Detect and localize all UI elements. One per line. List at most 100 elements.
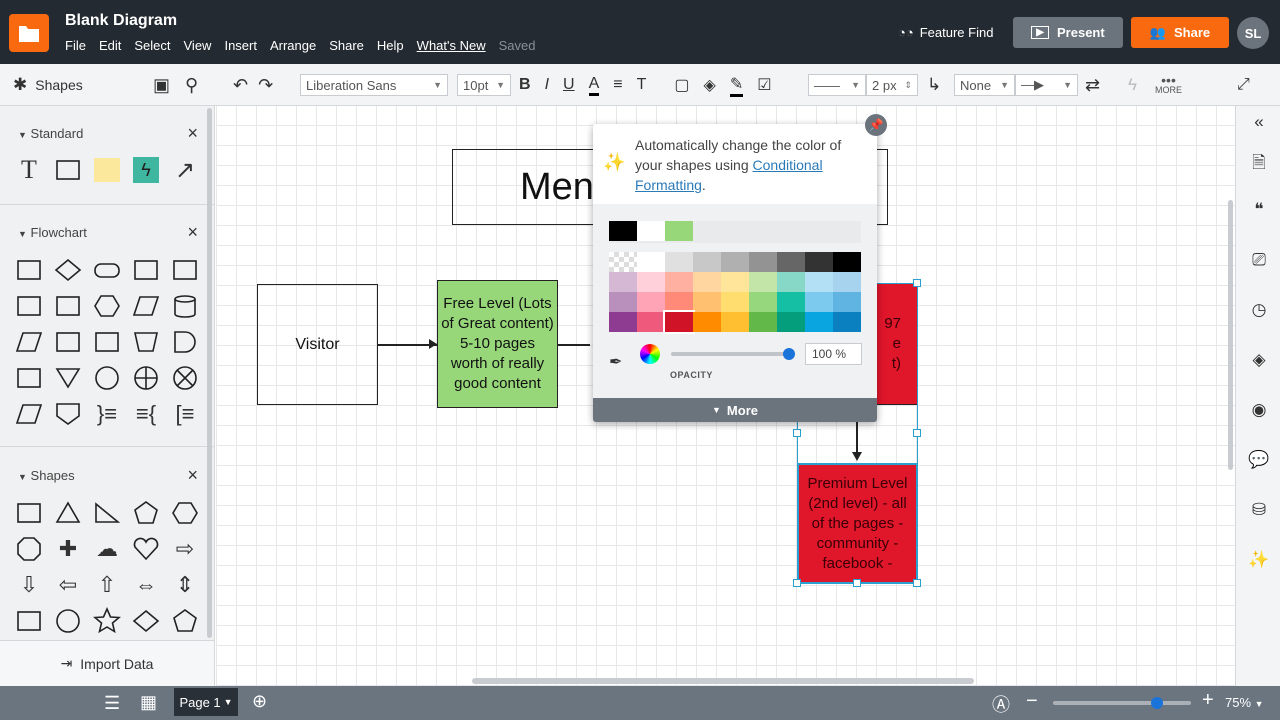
resize-handle[interactable] — [913, 579, 921, 587]
theme-icon[interactable]: ◉ — [1248, 400, 1270, 422]
slider-knob[interactable] — [783, 348, 795, 360]
terminator-icon[interactable] — [92, 256, 122, 284]
color-swatch[interactable] — [777, 312, 805, 332]
more-button[interactable]: ••• MORE — [1155, 64, 1182, 106]
color-swatch[interactable] — [665, 221, 693, 241]
feature-find-button[interactable]: ◔◔ Feature Find — [898, 25, 993, 40]
brace-note-icon[interactable]: }≡ — [92, 400, 122, 428]
collapse-icon[interactable]: « — [1248, 112, 1270, 134]
cross-icon[interactable]: ✚ — [53, 535, 83, 563]
premium-level-shape[interactable]: Premium Level (2nd level) - all of the p… — [797, 463, 918, 584]
arrow-up-down-icon[interactable]: ⇕ — [170, 571, 200, 599]
opacity-input[interactable]: 100 % — [805, 343, 862, 365]
hexagon-icon[interactable] — [170, 499, 200, 527]
presentation-icon[interactable]: ⎚ — [1248, 250, 1270, 272]
page-tab[interactable]: Page 1 ▼ — [174, 688, 238, 716]
arrow-right-icon[interactable]: ⇨ — [170, 535, 200, 563]
more-colors-button[interactable]: ▼ More — [593, 398, 877, 422]
rectangle-icon[interactable] — [53, 156, 83, 184]
close-icon[interactable]: × — [187, 222, 198, 243]
close-icon[interactable]: × — [187, 123, 198, 144]
list-view-icon[interactable]: ☰ — [104, 693, 120, 714]
arrow-line-icon[interactable]: ↗ — [170, 156, 200, 184]
or-icon[interactable] — [131, 364, 161, 392]
navigator-icon[interactable]: Ⓐ — [992, 691, 1010, 717]
star-icon[interactable] — [92, 607, 122, 635]
internal-storage-icon[interactable] — [14, 292, 44, 320]
color-swatch[interactable] — [665, 272, 693, 292]
swap-icon[interactable]: ⇄ — [1085, 64, 1100, 106]
line-shape-icon[interactable]: ↳ — [927, 64, 941, 106]
diamond-icon[interactable] — [131, 607, 161, 635]
color-swatch[interactable] — [777, 272, 805, 292]
color-swatch[interactable] — [609, 292, 637, 312]
visitor-shape[interactable]: Visitor — [257, 284, 378, 405]
lightning-icon[interactable]: ϟ — [1128, 64, 1137, 106]
italic-icon[interactable]: I — [545, 76, 549, 94]
triangle-icon[interactable] — [53, 499, 83, 527]
color-swatch[interactable] — [805, 272, 833, 292]
color-swatch[interactable] — [777, 252, 805, 272]
color-swatch[interactable] — [749, 252, 777, 272]
menu-share[interactable]: Share — [329, 38, 364, 53]
text-options-icon[interactable]: T — [637, 76, 647, 94]
section-header-flowchart[interactable]: ▼ Flowchart × — [18, 222, 198, 243]
color-swatch[interactable] — [637, 272, 665, 292]
avatar[interactable]: SL — [1237, 17, 1269, 49]
conditional-format-icon[interactable]: ☑ — [757, 75, 771, 95]
rectangle-icon[interactable] — [14, 499, 44, 527]
color-swatch[interactable] — [637, 312, 665, 332]
color-swatch[interactable] — [721, 272, 749, 292]
line-end-select[interactable]: —▶ ▼ — [1015, 74, 1078, 96]
free-level-shape[interactable]: Free Level (Lots of Great content) 5-10 … — [437, 280, 558, 408]
comments-quote-icon[interactable]: ❝ — [1248, 200, 1270, 222]
menu-arrange[interactable]: Arrange — [270, 38, 316, 53]
line-style-select[interactable]: —— ▼ — [808, 74, 866, 96]
predefined-process-icon[interactable] — [131, 256, 161, 284]
color-swatch[interactable] — [833, 272, 861, 292]
color-swatch[interactable] — [609, 272, 637, 292]
color-swatch[interactable] — [637, 252, 665, 272]
close-icon[interactable]: × — [187, 465, 198, 486]
document-icon[interactable] — [170, 256, 200, 284]
heart-icon[interactable] — [131, 535, 161, 563]
data-icon[interactable] — [131, 292, 161, 320]
fullscreen-icon[interactable]: ⤢ — [1237, 64, 1250, 106]
resize-handle[interactable] — [913, 429, 921, 437]
menu-help[interactable]: Help — [377, 38, 404, 53]
shapes-panel-scrollbar[interactable] — [207, 108, 212, 638]
font-size-select[interactable]: 10pt ▼ — [457, 74, 511, 96]
card-icon[interactable] — [14, 364, 44, 392]
text-icon[interactable]: T — [14, 155, 44, 184]
arrow-down-icon[interactable]: ⇩ — [14, 571, 44, 599]
delay-icon[interactable] — [170, 328, 200, 356]
gear-icon[interactable]: ✱ — [13, 75, 27, 95]
display-icon[interactable] — [53, 328, 83, 356]
search-icon[interactable]: ⚲ — [185, 64, 198, 106]
manual-operation-icon[interactable] — [131, 328, 161, 356]
decision-icon[interactable] — [53, 256, 83, 284]
section-header-standard[interactable]: ▼ Standard × — [18, 123, 198, 144]
color-swatch[interactable] — [833, 252, 861, 272]
comment-icon[interactable]: 💬 — [1248, 450, 1270, 472]
stored-data-icon[interactable] — [14, 400, 44, 428]
cloud-icon[interactable]: ☁ — [92, 535, 122, 563]
slider-knob[interactable] — [1150, 697, 1163, 709]
resize-handle[interactable] — [793, 429, 801, 437]
brace-icon[interactable]: ≡{ — [131, 400, 161, 428]
color-swatch[interactable] — [833, 292, 861, 312]
arrow-up-icon[interactable]: ⇧ — [92, 571, 122, 599]
page-settings-icon[interactable]: 🗎 — [1248, 150, 1270, 172]
annotation-icon[interactable]: [≡ — [170, 400, 200, 428]
layers-icon[interactable]: ◈ — [1248, 350, 1270, 372]
arrow-left-icon[interactable]: ⇦ — [53, 571, 83, 599]
action-icon[interactable]: ϟ — [131, 156, 161, 184]
pentagon-icon[interactable] — [131, 499, 161, 527]
underline-icon[interactable]: U — [563, 76, 575, 94]
import-data-button[interactable]: ⇥ Import Data — [0, 640, 214, 686]
color-swatch[interactable] — [663, 310, 695, 334]
line-color-icon[interactable]: ✎ — [729, 74, 744, 97]
redo-icon[interactable]: ↷ — [258, 75, 273, 96]
menu-view[interactable]: View — [184, 38, 212, 53]
badge-icon[interactable] — [170, 607, 200, 635]
